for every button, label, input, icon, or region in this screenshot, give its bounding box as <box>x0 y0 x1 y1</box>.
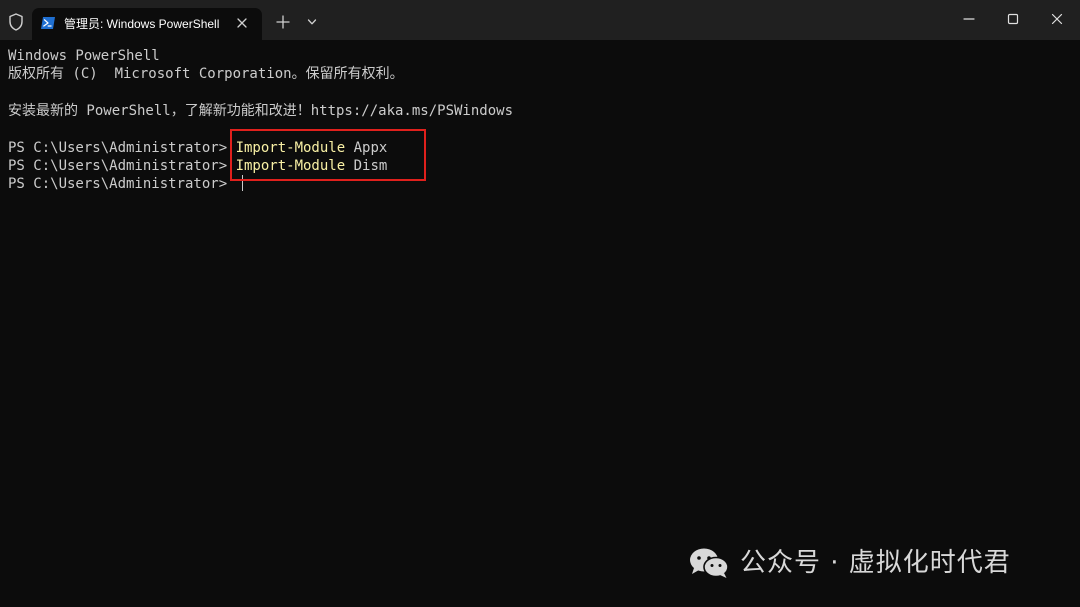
current-prompt-line[interactable]: PS C:\Users\Administrator> <box>8 175 243 193</box>
header-line-title: Windows PowerShell <box>8 48 160 64</box>
title-bar: 管理员: Windows PowerShell <box>0 0 1080 40</box>
maximize-icon[interactable] <box>1004 10 1022 28</box>
powershell-icon <box>41 17 55 29</box>
plus-icon[interactable] <box>274 13 292 31</box>
tab-title: 管理员: Windows PowerShell <box>64 17 220 31</box>
header-line-copyright: 版权所有 (C) Microsoft Corporation。保留所有权利。 <box>8 66 404 82</box>
shield-icon <box>9 13 23 31</box>
header-line-update-notice: 安装最新的 PowerShell，了解新功能和改进！https://aka.ms… <box>8 103 514 119</box>
watermark-text: 公众号 · 虚拟化时代君 <box>740 548 1011 578</box>
terminal-output[interactable]: Windows PowerShell 版权所有 (C) Microsoft Co… <box>0 40 1080 607</box>
highlight-box <box>230 129 426 181</box>
terminal-window: 管理员: Windows PowerShell Windows PowerShe… <box>0 0 1080 607</box>
close-icon[interactable] <box>235 16 249 30</box>
prompt: PS C:\Users\Administrator> <box>8 176 236 192</box>
prompt: PS C:\Users\Administrator> <box>8 158 236 174</box>
wechat-icon <box>690 548 729 578</box>
close-icon[interactable] <box>1048 10 1066 28</box>
tab-powershell[interactable]: 管理员: Windows PowerShell <box>32 8 262 40</box>
prompt: PS C:\Users\Administrator> <box>8 140 236 156</box>
minimize-icon[interactable] <box>960 10 978 28</box>
watermark: 公众号 · 虚拟化时代君 <box>688 543 1011 583</box>
chevron-down-icon[interactable] <box>305 15 319 29</box>
